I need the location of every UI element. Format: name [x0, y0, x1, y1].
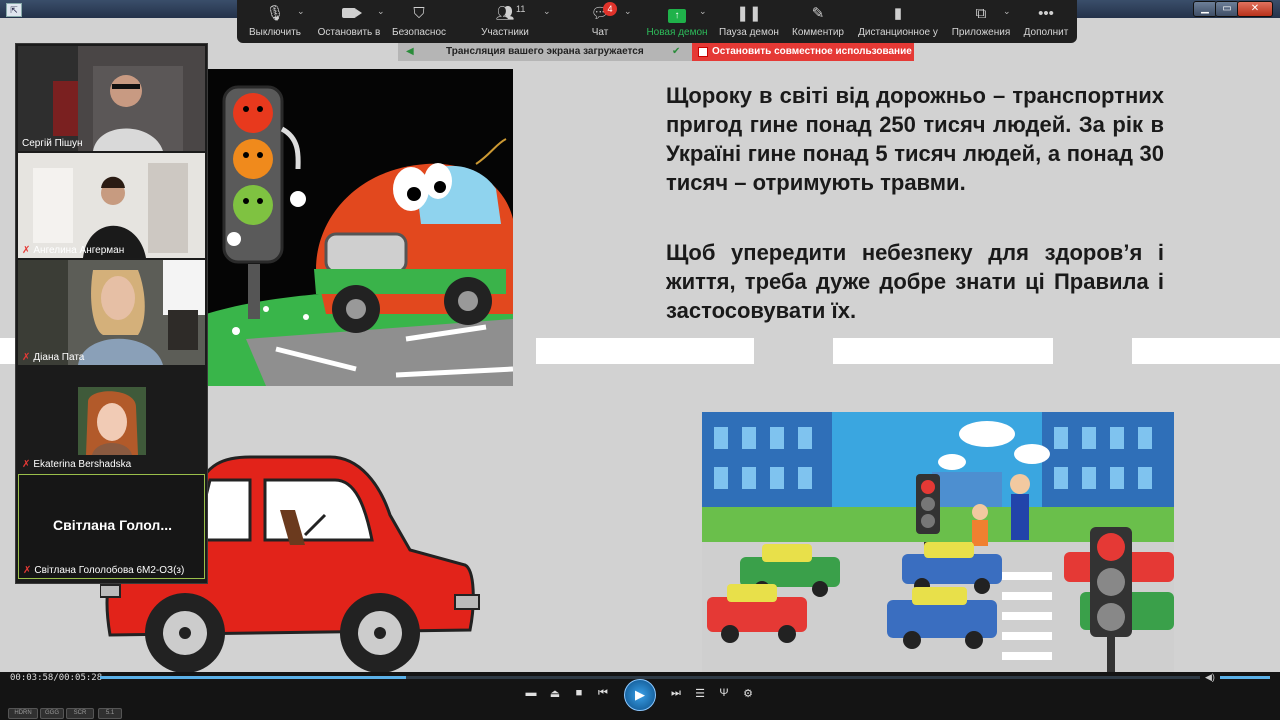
format-pill[interactable]: SCR — [66, 708, 94, 719]
stop-share-button[interactable]: Остановить совместное использование — [692, 43, 914, 61]
mouse-icon: ▮ — [893, 5, 903, 22]
participant-name: ✗ Ангелина Ангерман — [22, 245, 125, 256]
participant-tile[interactable]: Сергій Пішун — [18, 46, 205, 151]
new-share-button[interactable]: ↑ Новая демон ⌄ — [645, 0, 709, 43]
more-icon: ••• — [1038, 5, 1054, 22]
participants-button[interactable]: 👥︎ 11 Участники ⌄ — [477, 0, 550, 43]
participant-tile[interactable]: ✗ Ангелина Ангерман — [18, 153, 205, 258]
participants-count: 11 — [516, 4, 526, 14]
more-button[interactable]: ••• Дополнит — [1021, 0, 1071, 43]
share-status-text: Трансляция вашего экрана загружается — [446, 46, 644, 57]
video-camera-icon — [342, 8, 362, 18]
shield-check-icon: ✔ — [672, 46, 681, 57]
chevron-down-icon[interactable]: ⌄ — [543, 6, 551, 17]
apps-button[interactable]: ⧉ Приложения ⌄ — [949, 0, 1013, 43]
participant-video — [18, 260, 205, 365]
settings-icon[interactable]: ⚙ — [740, 687, 756, 700]
participant-video — [18, 46, 205, 151]
close-window-button[interactable]: ✕ — [1237, 1, 1273, 17]
previous-icon[interactable]: ⏮ — [595, 687, 611, 700]
participant-name: ✗ Ekaterina Bershadska — [22, 459, 132, 470]
playback-time: 00:03:58/00:05:28 — [10, 673, 103, 683]
participant-tile[interactable]: ✗ Ekaterina Bershadska — [18, 367, 205, 472]
chevron-down-icon[interactable]: ⌄ — [624, 6, 632, 17]
playlist-icon[interactable]: ▬ — [523, 687, 539, 699]
slide-paragraph-rules: Щоб упередити небезпеку для здоров’я і ж… — [666, 240, 1164, 323]
share-status-banner: ◀ Трансляция вашего экрана загружается ✔ — [398, 43, 692, 61]
city-crosswalk-illustration — [702, 412, 1174, 672]
road-stripe — [536, 338, 754, 364]
seek-bar-progress — [100, 676, 406, 679]
pause-icon: ❚❚ — [736, 5, 762, 22]
chevron-down-icon[interactable]: ⌄ — [297, 6, 305, 17]
maximize-button[interactable]: ▭ — [1215, 1, 1239, 17]
format-pill[interactable]: 5.1 — [98, 708, 122, 719]
chat-unread-badge: 4 — [603, 2, 617, 16]
app-icon: ⇱ — [6, 3, 22, 17]
chat-button[interactable]: 💬︎ 4 Чат ⌄ — [583, 0, 632, 43]
share-screen-icon: ↑ — [668, 9, 686, 23]
road-stripe — [833, 338, 1053, 364]
road-stripe — [1132, 338, 1280, 364]
volume-slider[interactable] — [1220, 676, 1270, 679]
minimize-button[interactable]: ▁ — [1193, 1, 1217, 17]
participants-panel: Сергій Пішун ✗ Ангелина Ангерман ✗ Діана П… — [15, 43, 208, 584]
participant-name-large: Світлана Голол... — [52, 517, 172, 533]
equalizer-icon[interactable]: Ψ — [716, 687, 732, 699]
participant-name: ✗ Діана Пата — [22, 352, 85, 363]
road-stripe — [0, 338, 16, 364]
chevron-down-icon[interactable]: ⌄ — [377, 6, 385, 17]
play-button[interactable]: ▶ — [624, 679, 656, 711]
participant-tile-active-speaker[interactable]: Світлана Голол... ✗ Світлана Гололобова 6… — [18, 474, 205, 579]
muted-microphone-icon: ✗ — [22, 459, 31, 470]
muted-microphone-icon: ✗ — [22, 245, 31, 256]
format-pill[interactable]: HDRN — [8, 708, 38, 719]
chevron-down-icon[interactable]: ⌄ — [1003, 6, 1011, 17]
format-pill[interactable]: GGG — [40, 708, 64, 719]
eject-icon[interactable]: ⏏ — [547, 687, 563, 700]
participant-avatar — [78, 387, 146, 455]
stop-icon[interactable]: ■ — [571, 687, 587, 699]
traffic-light-car-illustration — [206, 69, 513, 386]
seek-bar[interactable] — [100, 676, 1200, 679]
remote-control-button[interactable]: ▮ Дистанционное у — [857, 0, 939, 43]
participant-name: ✗ Світлана Гололобова 6М2-ОЗ(з) — [23, 565, 185, 576]
shield-check-icon: ◀ — [406, 46, 414, 57]
pen-icon: ✎ — [811, 5, 825, 22]
stop-video-button[interactable]: Остановить в ⌄ — [315, 0, 385, 43]
mute-button[interactable]: 🎙︎ Выключить ⌄ — [243, 0, 307, 43]
list-icon[interactable]: ☰ — [692, 687, 708, 700]
participant-name: Сергій Пішун — [22, 138, 83, 149]
next-icon[interactable]: ⏭ — [668, 687, 684, 700]
muted-microphone-icon: ✗ — [22, 352, 31, 363]
participant-tile[interactable]: ✗ Діана Пата — [18, 260, 205, 365]
security-button[interactable]: ⛉ Безопаснос — [389, 0, 449, 43]
volume-icon[interactable]: ◀) — [1205, 672, 1215, 683]
meeting-toolbar: 🎙︎ Выключить ⌄ Остановить в ⌄ ⛉ Безопасн… — [237, 0, 1077, 43]
shield-icon: ⛉ — [413, 5, 425, 22]
annotate-button[interactable]: ✎ Комментир — [789, 0, 847, 43]
slide-paragraph-statistics: Щороку в світі від дорожньо – транспортн… — [666, 83, 1164, 195]
chevron-down-icon[interactable]: ⌄ — [699, 6, 707, 17]
participant-video — [18, 153, 205, 258]
stop-icon — [698, 47, 708, 57]
pause-share-button[interactable]: ❚❚ Пауза демон — [717, 0, 781, 43]
muted-microphone-icon: ✗ — [23, 565, 32, 576]
